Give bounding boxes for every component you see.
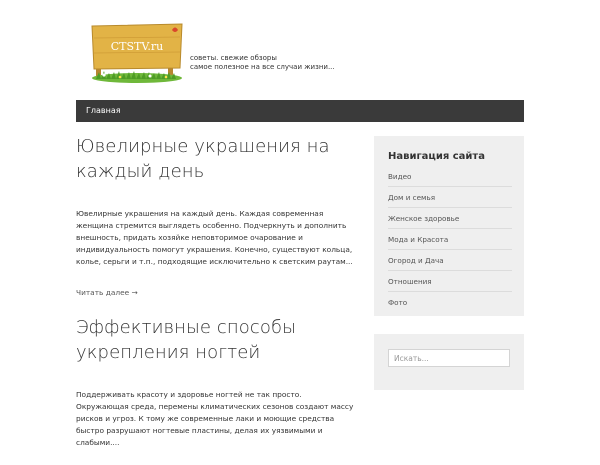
sidebar-item-video[interactable]: Видео [388, 166, 512, 187]
sidebar-item-home-family[interactable]: Дом и семья [388, 187, 512, 208]
search-widget [374, 334, 524, 390]
post-excerpt: Поддерживать красоту и здоровье ногтей н… [76, 390, 354, 447]
widget-title: Навигация сайта [388, 151, 485, 162]
sidebar-item-womens-health[interactable]: Женское здоровье [388, 208, 512, 229]
main-navigation: Главная [76, 100, 524, 122]
post-excerpt: Ювелирные украшения на каждый день. Кажд… [76, 209, 353, 266]
sidebar-item-relationships[interactable]: Отношения [388, 271, 512, 292]
post-title-link[interactable]: Ювелирные украшения на каждый день [76, 134, 354, 184]
tagline-line-2: самое полезное на все случаи жизни... [190, 63, 335, 71]
read-more-link[interactable]: Читать далее → [76, 288, 138, 297]
sign-graphic: CTSTV.ru [91, 23, 183, 83]
search-input[interactable] [388, 349, 510, 367]
sidebar-menu: Видео Дом и семья Женское здоровье Мода … [388, 166, 512, 312]
sidebar-item-garden[interactable]: Огород и Дача [388, 250, 512, 271]
nav-item-home[interactable]: Главная [86, 100, 121, 122]
post-article: Эффективные способы укрепления ногтей По… [76, 315, 354, 449]
sidebar-navigation-widget: Навигация сайта Видео Дом и семья Женско… [374, 136, 524, 316]
sidebar-item-photo[interactable]: Фото [388, 292, 512, 312]
sidebar-item-fashion-beauty[interactable]: Мода и Красота [388, 229, 512, 250]
post-title-link[interactable]: Эффективные способы укрепления ногтей [76, 315, 354, 365]
post-list: Ювелирные украшения на каждый день Ювели… [76, 134, 354, 465]
tagline-line-1: советы. свежие обзоры [190, 54, 277, 62]
logo-text: CTSTV.ru [111, 40, 164, 53]
post-article: Ювелирные украшения на каждый день Ювели… [76, 134, 354, 299]
site-tagline: советы. свежие обзоры самое полезное на … [190, 54, 335, 72]
site-logo[interactable]: CTSTV.ru [90, 22, 185, 84]
